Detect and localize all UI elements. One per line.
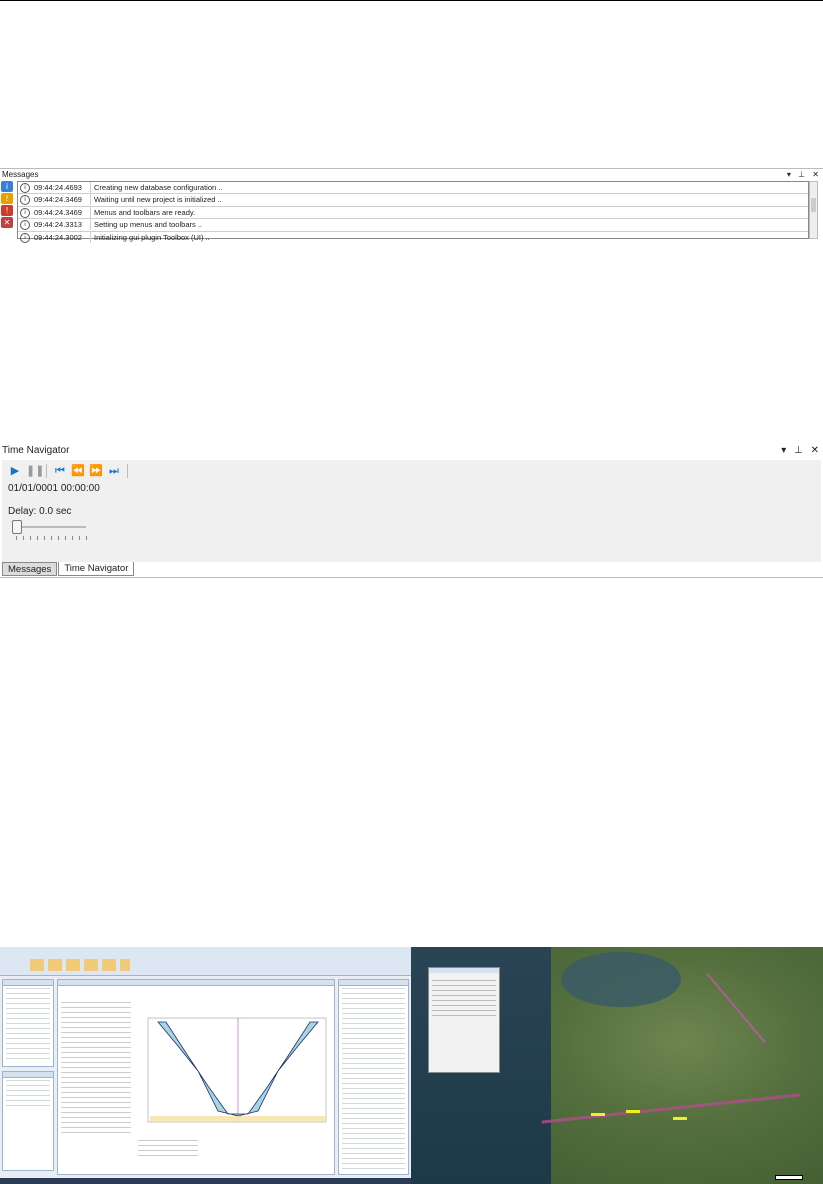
message-text: Waiting until new project is initialized… [94, 195, 222, 205]
delay-slider-ticks [16, 536, 88, 540]
time-navigator-panel: Time Navigator ▾ ⊥ ✕ ▶ ❚❚ ⏮ ⏪ ⏩ ⏭ 01/01/… [0, 442, 823, 578]
info-icon: i [20, 183, 30, 193]
application-screenshot [0, 947, 411, 1184]
project-panel [2, 979, 54, 1067]
delay-slider-track[interactable] [14, 526, 86, 528]
info-filter-icon[interactable]: i [1, 181, 13, 192]
clear-messages-icon[interactable]: ✕ [1, 217, 13, 228]
cross-section-table [61, 1002, 131, 1137]
ribbon-toolbar [0, 947, 411, 976]
dropdown-icon[interactable]: ▾ [787, 170, 791, 179]
messages-title: Messages [2, 170, 39, 179]
cross-section-chart [147, 1017, 327, 1123]
playback-toolbar: ▶ ❚❚ ⏮ ⏪ ⏩ ⏭ [8, 464, 134, 478]
panel-header [429, 968, 499, 973]
tab-messages[interactable]: Messages [2, 562, 58, 576]
close-icon[interactable]: ✕ [812, 170, 819, 179]
message-text: Setting up menus and toolbars .. [94, 220, 202, 230]
messages-header: Messages ▾ ⊥ ✕ [0, 168, 823, 180]
cross-section-editor [57, 979, 335, 1175]
toolbar-separator [46, 464, 47, 478]
list-item[interactable]: i 09:44:24.3002 Initializing gui plugin … [18, 231, 808, 243]
message-time: 09:44:24.3313 [32, 219, 91, 231]
error-filter-icon[interactable]: ! [1, 205, 13, 216]
warning-filter-icon[interactable]: ! [1, 193, 13, 204]
time-navigator-title: Time Navigator [2, 445, 70, 456]
tab-strip-divider [0, 577, 823, 578]
messages-scrollbar[interactable] [809, 181, 818, 239]
messages-list[interactable]: i 09:44:24.4693 Creating new database co… [17, 181, 809, 243]
toolbar-separator [127, 464, 128, 478]
layers-tree [6, 1080, 50, 1110]
message-text: Creating new database configuration .. [94, 183, 223, 192]
top-divider [0, 0, 823, 1]
list-item[interactable]: i 09:44:24.3313 Setting up menus and too… [18, 219, 808, 232]
map-lake [561, 952, 681, 1007]
message-time: 09:44:24.3002 [32, 231, 91, 243]
message-time: 09:44:24.4693 [32, 182, 91, 193]
panel-header [339, 980, 408, 986]
message-filter-toolbar: i ! ! ✕ [1, 181, 15, 229]
region-tree [342, 988, 405, 1171]
project-tree [6, 988, 50, 1063]
ribbon-buttons [30, 959, 130, 971]
delay-caption: Delay: [8, 506, 37, 517]
properties-grid [432, 980, 496, 1020]
step-forward-button[interactable]: ⏩ [89, 465, 103, 477]
list-item[interactable]: i 09:44:24.4693 Creating new database co… [18, 182, 808, 195]
tab-time-navigator[interactable]: Time Navigator [58, 562, 135, 576]
pause-button[interactable]: ❚❚ [26, 465, 44, 477]
info-icon: i [20, 232, 30, 243]
first-frame-button[interactable]: ⏮ [53, 465, 67, 477]
messages-panel: Messages ▾ ⊥ ✕ i ! ! ✕ i 09:44:24.4693 C… [0, 168, 823, 243]
info-icon: i [20, 195, 30, 206]
panel-header [3, 980, 53, 986]
message-text: Menus and toolbars are ready. [94, 207, 196, 217]
map-layers-panel [2, 1071, 54, 1171]
close-icon[interactable]: ✕ [811, 445, 819, 456]
current-time-label: 01/01/0001 00:00:00 [8, 483, 100, 494]
info-icon: i [20, 207, 30, 218]
message-time: 09:44:24.3469 [32, 194, 91, 206]
properties-dialog [428, 967, 500, 1073]
time-navigator-body: ▶ ❚❚ ⏮ ⏪ ⏩ ⏭ 01/01/0001 00:00:00 Delay: … [2, 460, 821, 562]
step-back-button[interactable]: ⏪ [71, 465, 85, 477]
section-widths [138, 1140, 198, 1160]
panel-header [58, 980, 334, 986]
region-tree-panel [338, 979, 409, 1175]
time-navigator-header: Time Navigator ▾ ⊥ ✕ [0, 442, 823, 460]
list-item[interactable]: i 09:44:24.3469 Waiting until new projec… [18, 194, 808, 207]
messages-pane-controls: ▾ ⊥ ✕ [782, 169, 819, 181]
delay-label: Delay: 0.0 sec [8, 506, 71, 517]
time-navigator-pane-controls: ▾ ⊥ ✕ [776, 442, 819, 460]
highlighted-branch [626, 1110, 640, 1113]
last-frame-button[interactable]: ⏭ [107, 465, 121, 477]
delay-slider-thumb[interactable] [12, 520, 22, 534]
delay-value: 0.0 sec [39, 506, 72, 517]
dropdown-icon[interactable]: ▾ [781, 445, 786, 456]
pin-icon[interactable]: ⊥ [794, 445, 803, 456]
list-item[interactable]: i 09:44:24.3469 Menus and toolbars are r… [18, 206, 808, 220]
highlighted-branch [591, 1113, 605, 1116]
taskbar [0, 1178, 411, 1184]
map-screenshot [411, 947, 823, 1184]
message-text: Initializing gui plugin Toolbox (UI) .. [94, 232, 210, 242]
scrollbar-thumb[interactable] [811, 198, 816, 212]
message-time: 09:44:24.3469 [32, 206, 91, 218]
play-button[interactable]: ▶ [8, 465, 22, 477]
panel-header [3, 1072, 53, 1078]
highlighted-branch [673, 1117, 687, 1120]
bottom-tab-strip: Messages Time Navigator [2, 562, 135, 576]
map-scale-bar [775, 1175, 803, 1180]
info-icon: i [20, 220, 30, 231]
pin-icon[interactable]: ⊥ [798, 170, 805, 179]
